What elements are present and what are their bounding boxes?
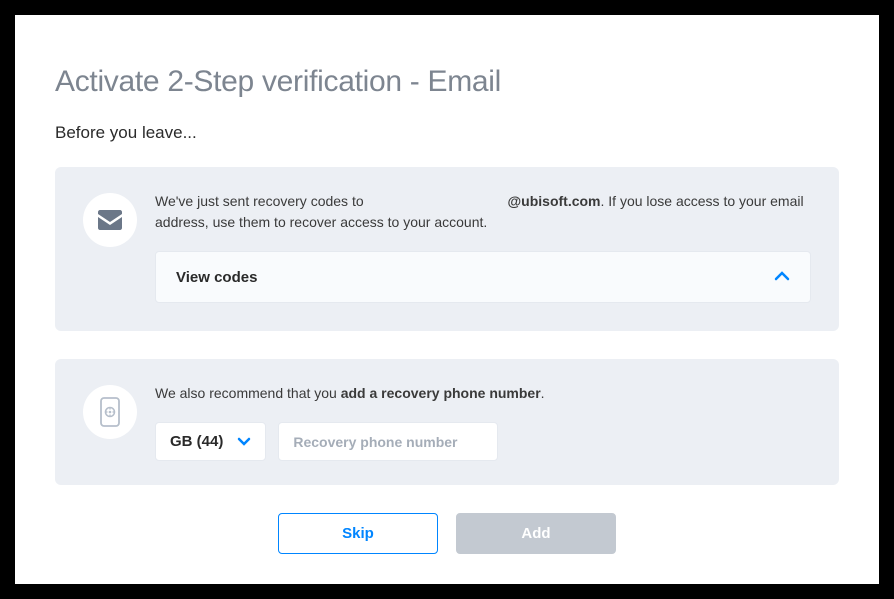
skip-button[interactable]: Skip (278, 513, 438, 554)
country-code-select[interactable]: GB (44) (155, 422, 266, 461)
recovery-phone-input[interactable] (278, 422, 498, 461)
view-codes-accordion[interactable]: View codes (155, 251, 811, 303)
phone-content: We also recommend that you add a recover… (155, 383, 811, 461)
phone-text: We also recommend that you add a recover… (155, 383, 811, 404)
chevron-down-icon (237, 433, 251, 450)
mail-icon-circle (83, 193, 137, 247)
recovery-email-domain: @ubisoft.com (508, 193, 601, 209)
phone-panel: We also recommend that you add a recover… (55, 359, 839, 485)
action-buttons: Skip Add (55, 513, 839, 554)
recovery-content: We've just sent recovery codes to @ubiso… (155, 191, 811, 303)
country-code-label: GB (44) (170, 433, 223, 450)
recovery-text-part1: We've just sent recovery codes to (155, 193, 368, 209)
chevron-up-icon (774, 268, 790, 286)
phone-text-bold: add a recovery phone number (341, 385, 541, 401)
recovery-text: We've just sent recovery codes to @ubiso… (155, 191, 811, 233)
phone-text-part2: . (541, 385, 545, 401)
verification-modal: Activate 2-Step verification - Email Bef… (15, 15, 879, 584)
phone-text-part1: We also recommend that you (155, 385, 341, 401)
add-button[interactable]: Add (456, 513, 616, 554)
mobile-icon (100, 397, 120, 427)
page-title: Activate 2-Step verification - Email (55, 65, 839, 99)
page-subtitle: Before you leave... (55, 123, 839, 143)
mail-icon (98, 210, 122, 230)
phone-input-row: GB (44) (155, 422, 811, 461)
recovery-codes-panel: We've just sent recovery codes to @ubiso… (55, 167, 839, 331)
view-codes-label: View codes (176, 269, 257, 286)
phone-icon-circle (83, 385, 137, 439)
